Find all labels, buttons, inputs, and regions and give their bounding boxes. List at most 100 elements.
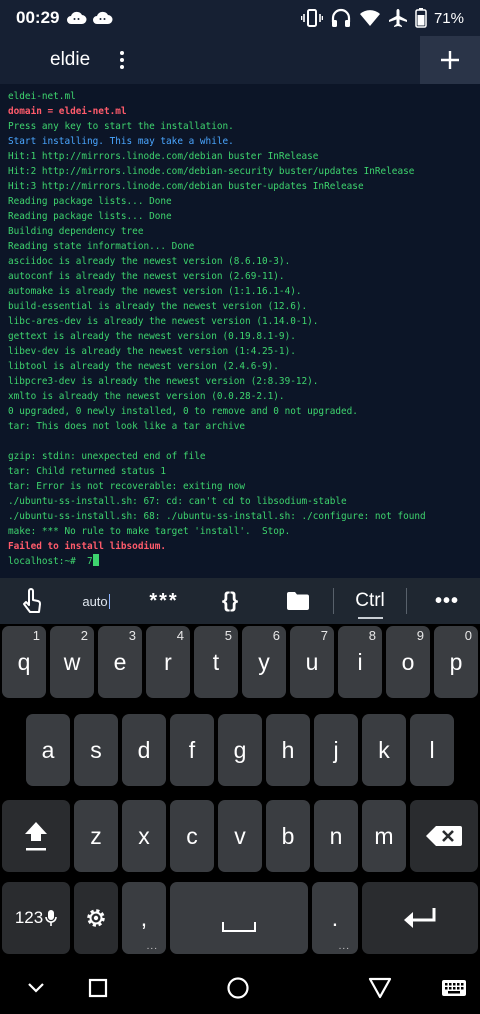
shift-key[interactable] — [2, 800, 70, 872]
text-caret — [108, 593, 110, 609]
ctrl-underline — [358, 617, 383, 619]
key-g[interactable]: g — [218, 714, 262, 786]
password-key[interactable]: *** — [132, 578, 196, 624]
settings-key[interactable] — [74, 882, 118, 954]
key-f[interactable]: f — [170, 714, 214, 786]
terminal-line: libpcre3-dev is already the newest versi… — [8, 376, 319, 387]
key-n[interactable]: n — [314, 800, 358, 872]
terminal-line: domain = eldei-net.ml — [8, 106, 127, 117]
key-m[interactable]: m — [362, 800, 406, 872]
key-number-hint: 7 — [320, 628, 328, 643]
key-v[interactable]: v — [218, 800, 262, 872]
key-r[interactable]: r4 — [146, 626, 190, 698]
key-d[interactable]: d — [122, 714, 166, 786]
key-label: q — [17, 648, 31, 675]
system-nav-bar — [0, 962, 480, 1014]
terminal-line: Hit:2 http://mirrors.linode.com/debian-s… — [8, 166, 415, 177]
cloud-smile-icon — [93, 11, 113, 24]
key-t[interactable]: t5 — [194, 626, 238, 698]
terminal-line: Start installing. This may take a while. — [8, 136, 234, 147]
backspace-key[interactable] — [410, 800, 478, 872]
terminal-cursor — [92, 554, 99, 566]
wifi-icon — [359, 10, 380, 26]
terminal-line: libtool is already the newest version (2… — [8, 361, 279, 372]
touch-hand-icon[interactable] — [0, 578, 64, 624]
key-p[interactable]: p0 — [434, 626, 478, 698]
recents-square-icon[interactable] — [84, 974, 112, 1002]
terminal-line: xmlto is already the newest version (0.0… — [8, 391, 285, 402]
symbols-key[interactable]: 123 — [2, 882, 70, 954]
extra-keys-toolbar: auto *** {} Ctrl ••• — [0, 578, 480, 624]
autocomplete-toggle[interactable]: auto — [64, 578, 128, 624]
period-key[interactable]: . ... — [312, 882, 358, 954]
key-number-hint: 5 — [224, 628, 232, 643]
key-o[interactable]: o9 — [386, 626, 430, 698]
session-title[interactable]: eldie — [50, 49, 90, 71]
terminal-line: tar: This does not look like a tar archi… — [8, 421, 246, 432]
enter-icon — [404, 908, 436, 928]
terminal-line: tar: Error is not recoverable: exiting n… — [8, 481, 246, 492]
key-x[interactable]: x — [122, 800, 166, 872]
key-q[interactable]: q1 — [2, 626, 46, 698]
terminal-output[interactable]: eldei-net.ml domain = eldei-net.ml Press a… — [0, 84, 480, 578]
terminal-line: 0 upgraded, 0 newly installed, 0 to remo… — [8, 406, 358, 417]
key-l[interactable]: l — [410, 714, 454, 786]
terminal-line: make: *** No rule to make target 'instal… — [8, 526, 291, 537]
gear-icon — [87, 909, 105, 927]
key-b[interactable]: b — [266, 800, 310, 872]
key-number-hint: 8 — [368, 628, 376, 643]
terminal-line: Hit:3 http://mirrors.linode.com/debian b… — [8, 181, 364, 192]
terminal-line: Failed to install libsodium. — [8, 541, 167, 552]
comma-label: , — [140, 904, 148, 931]
vibrate-icon — [300, 9, 323, 27]
key-y[interactable]: y6 — [242, 626, 286, 698]
chevron-down-icon[interactable] — [22, 974, 50, 1002]
key-label: u — [305, 648, 319, 675]
key-c[interactable]: c — [170, 800, 214, 872]
terminal-line: gzip: stdin: unexpected end of file — [8, 451, 206, 462]
key-k[interactable]: k — [362, 714, 406, 786]
key-a[interactable]: a — [26, 714, 70, 786]
key-j[interactable]: j — [314, 714, 358, 786]
key-w[interactable]: w2 — [50, 626, 94, 698]
mic-icon — [45, 910, 57, 926]
status-bar: 00:29 71% — [0, 0, 480, 36]
terminal-line: libev-dev is already the newest version … — [8, 346, 296, 357]
terminal-line: tar: Child returned status 1 — [8, 466, 167, 477]
terminal-line: Press any key to start the installation. — [8, 121, 234, 132]
symbols-label: 123 — [14, 908, 44, 927]
add-session-button[interactable] — [420, 36, 480, 84]
key-u[interactable]: u7 — [290, 626, 334, 698]
home-circle-icon[interactable] — [224, 974, 252, 1002]
back-triangle-icon[interactable] — [366, 974, 394, 1002]
space-key[interactable] — [170, 882, 308, 954]
key-number-hint: 9 — [416, 628, 424, 643]
key-h[interactable]: h — [266, 714, 310, 786]
terminal-line: build-essential is already the newest ve… — [8, 301, 308, 312]
key-s[interactable]: s — [74, 714, 118, 786]
key-i[interactable]: i8 — [338, 626, 382, 698]
keyboard-icon[interactable] — [440, 974, 468, 1002]
folder-icon[interactable] — [266, 578, 330, 624]
terminal-line: ./ubuntu-ss-install.sh: 68: ./ubuntu-ss-… — [8, 511, 426, 522]
key-label: o — [401, 648, 415, 675]
more-vert-icon[interactable] — [114, 48, 130, 72]
comma-key[interactable]: , ... — [122, 882, 166, 954]
key-number-hint: 4 — [176, 628, 184, 643]
longpress-hint: ... — [338, 941, 350, 952]
key-number-hint: 3 — [128, 628, 136, 643]
airplane-icon — [388, 9, 407, 27]
space-icon — [222, 922, 256, 932]
key-e[interactable]: e3 — [98, 626, 142, 698]
longpress-hint: ... — [146, 941, 158, 952]
key-label: t — [212, 648, 220, 675]
auto-label: auto — [82, 593, 108, 609]
key-z[interactable]: z — [74, 800, 118, 872]
session-tab-bar: eldie — [0, 36, 480, 84]
more-keys-button[interactable]: ••• — [414, 578, 480, 624]
clock: 00:29 — [16, 8, 60, 27]
braces-key[interactable]: {} — [198, 578, 262, 624]
key-label: i — [357, 648, 363, 675]
enter-key[interactable] — [362, 882, 478, 954]
